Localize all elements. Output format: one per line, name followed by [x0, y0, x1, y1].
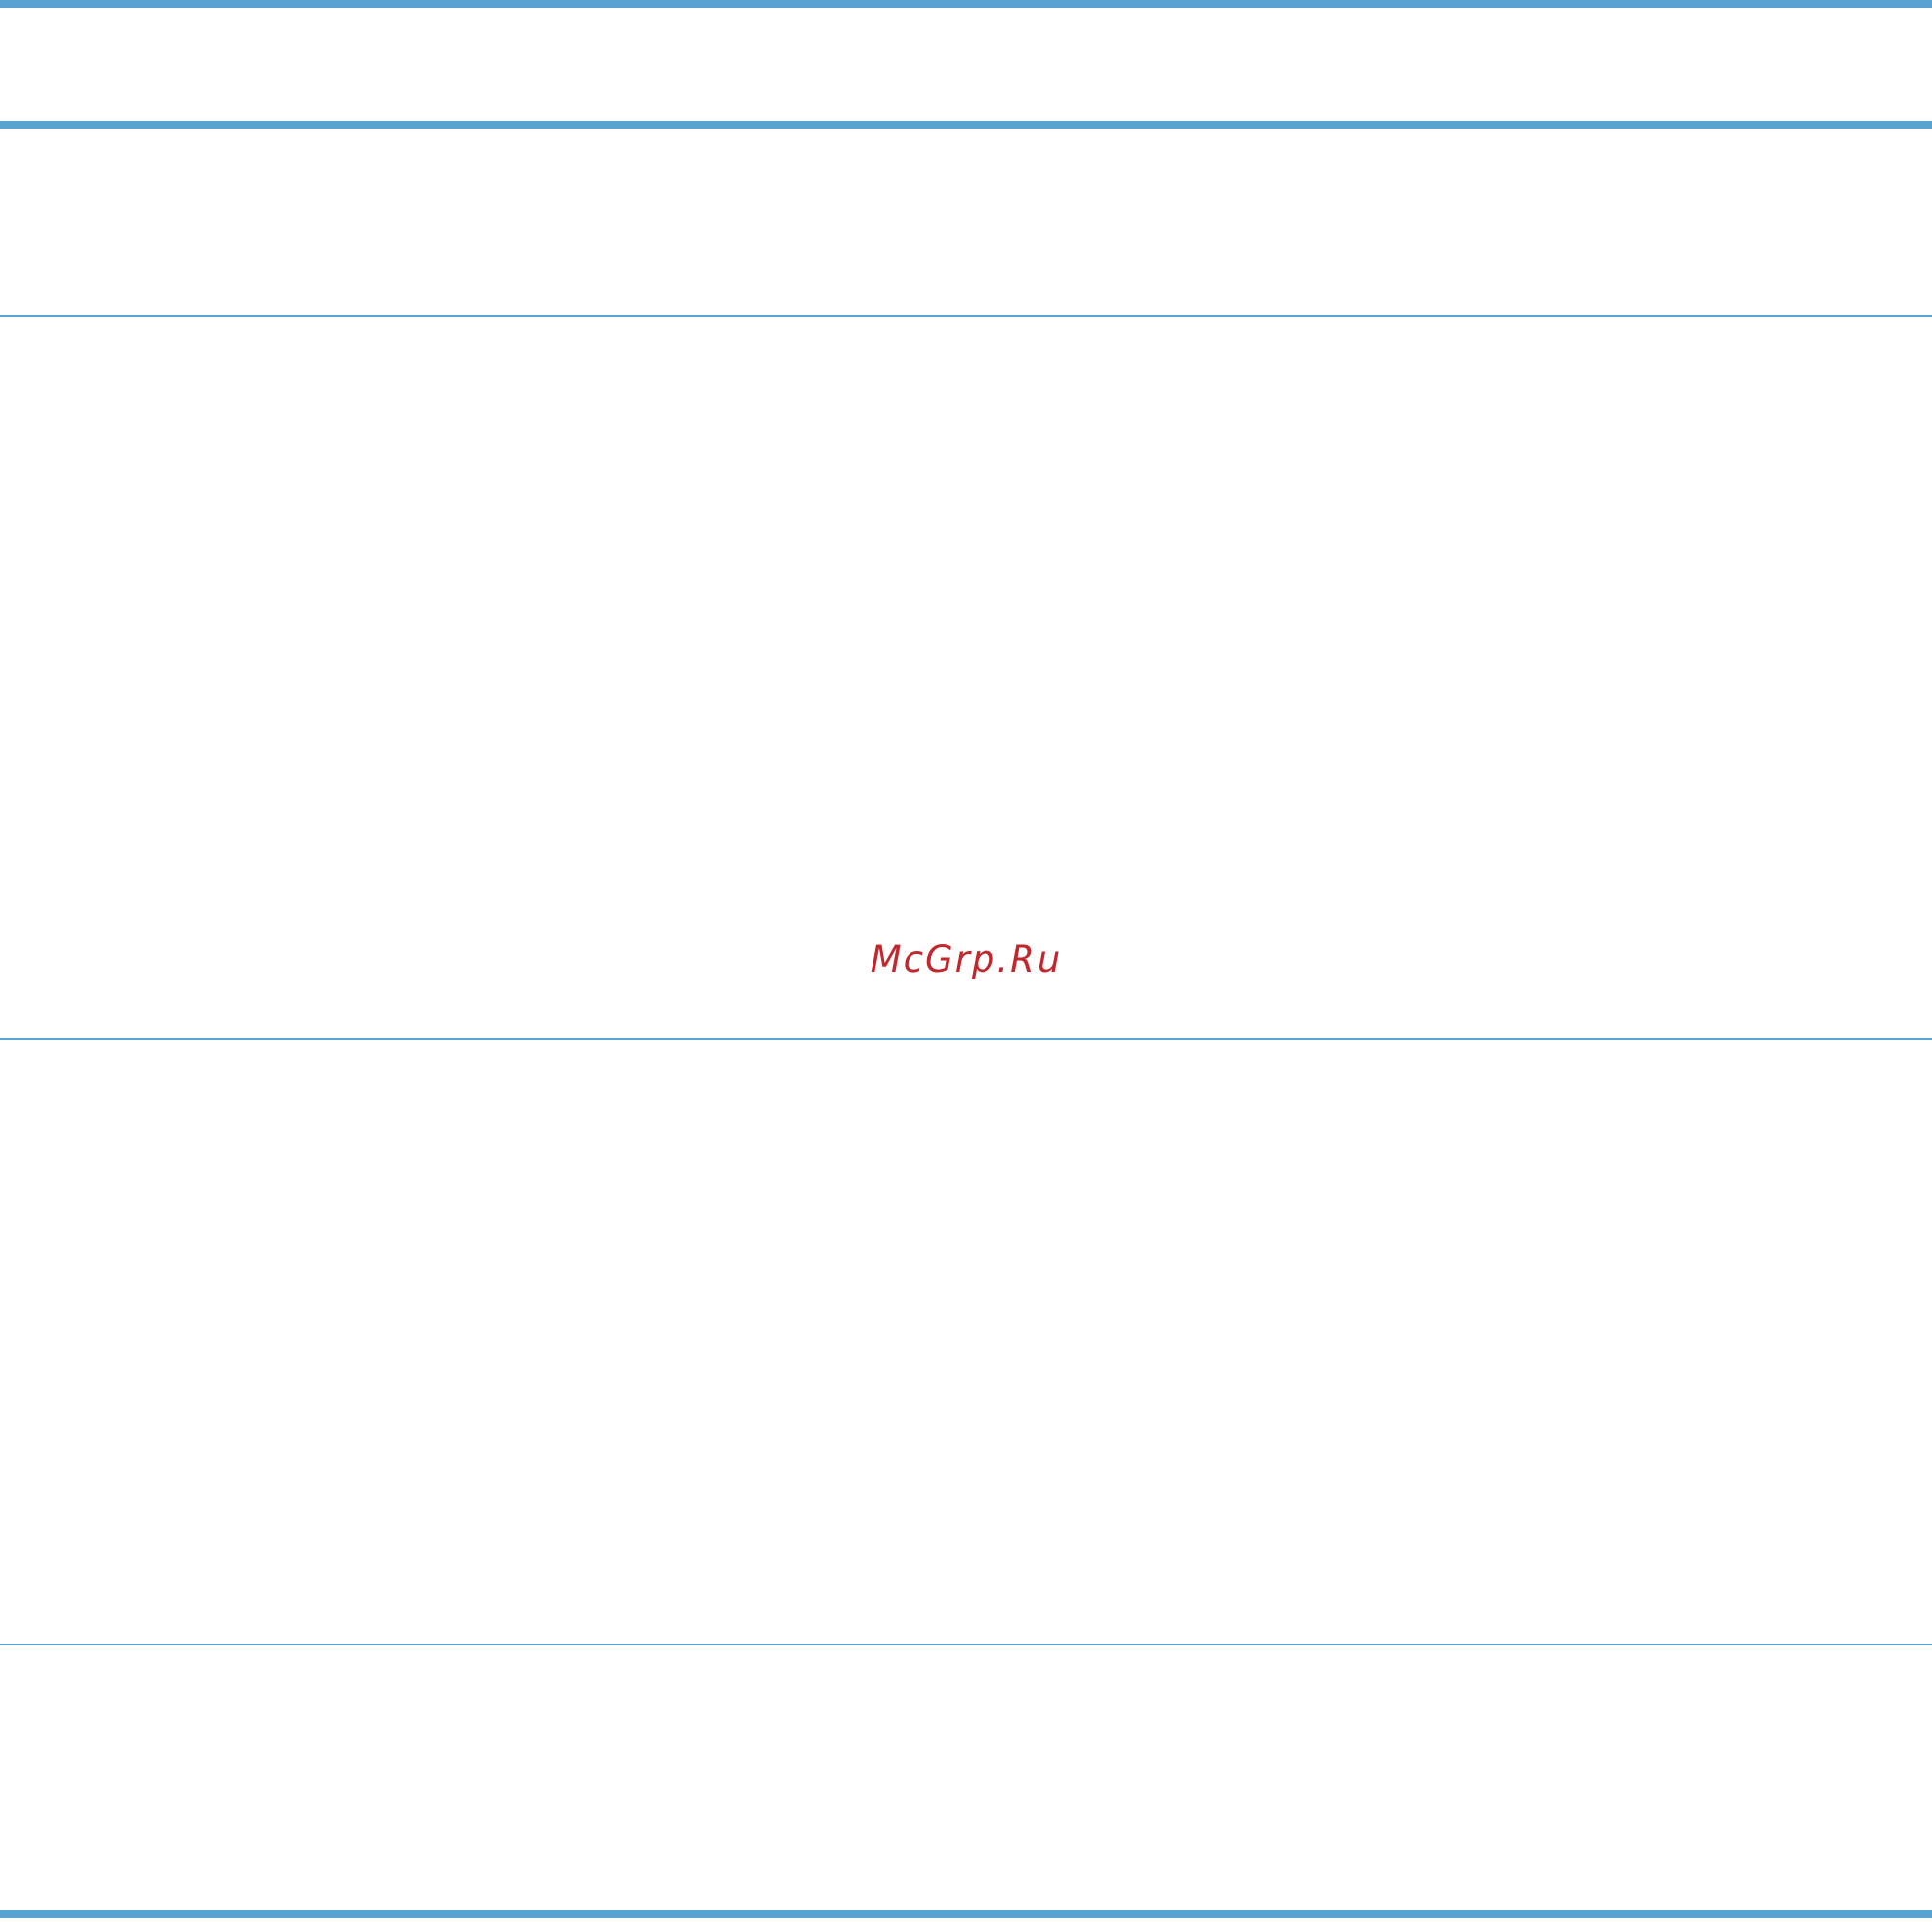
table-header-row	[0, 8, 1932, 121]
table-row	[0, 1040, 1932, 1644]
table-top-border	[0, 0, 1932, 8]
document-page: McGrp.Ru	[0, 0, 1932, 1922]
table-row	[0, 129, 1932, 315]
table-row	[0, 1645, 1932, 1910]
table-header-divider	[0, 121, 1932, 129]
watermark-text: McGrp.Ru	[870, 939, 1062, 980]
table-bottom-border	[0, 1910, 1932, 1918]
table-row	[0, 317, 1932, 1038]
